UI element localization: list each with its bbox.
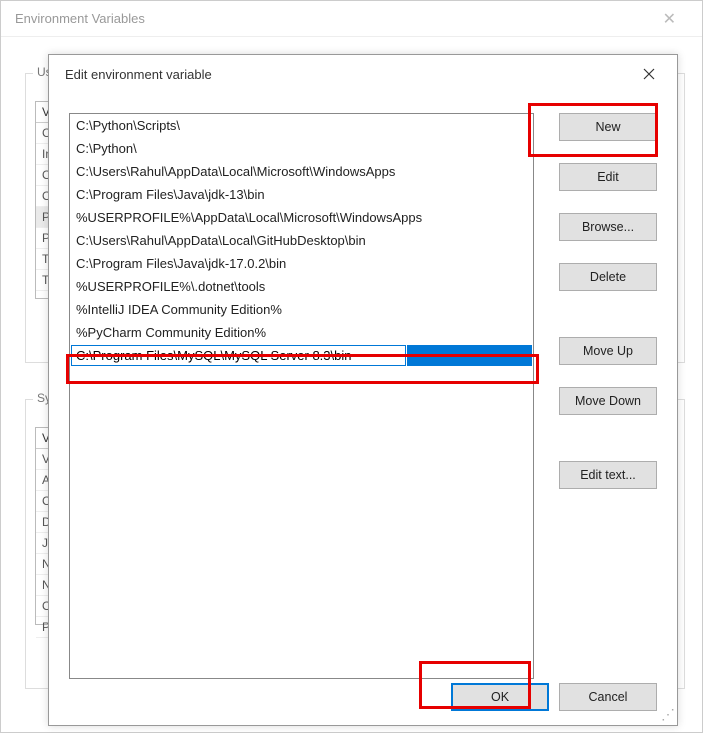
bg-title: Environment Variables [15, 11, 145, 26]
dialog-title: Edit environment variable [65, 67, 212, 82]
path-edit-selection [407, 345, 532, 366]
resize-grip-icon[interactable]: ⋰ [661, 709, 675, 723]
dialog-body: C:\Python\Scripts\ C:\Python\ C:\Users\R… [69, 105, 657, 669]
close-button[interactable] [629, 59, 669, 89]
path-row-editing[interactable] [70, 344, 533, 367]
path-edit-input[interactable] [71, 345, 406, 366]
path-row[interactable]: C:\Users\Rahul\AppData\Local\Microsoft\W… [70, 160, 533, 183]
edit-button[interactable]: Edit [559, 163, 657, 191]
delete-button[interactable]: Delete [559, 263, 657, 291]
path-row[interactable]: C:\Users\Rahul\AppData\Local\GitHubDeskt… [70, 229, 533, 252]
path-list[interactable]: C:\Python\Scripts\ C:\Python\ C:\Users\R… [69, 113, 534, 679]
path-row[interactable]: C:\Program Files\Java\jdk-17.0.2\bin [70, 252, 533, 275]
move-down-button[interactable]: Move Down [559, 387, 657, 415]
path-row[interactable]: C:\Python\ [70, 137, 533, 160]
edit-env-dialog: Edit environment variable C:\Python\Scri… [48, 54, 678, 726]
cancel-button[interactable]: Cancel [559, 683, 657, 711]
path-row[interactable]: %USERPROFILE%\.dotnet\tools [70, 275, 533, 298]
ok-button[interactable]: OK [451, 683, 549, 711]
path-row[interactable]: %PyCharm Community Edition% [70, 321, 533, 344]
dialog-footer: OK Cancel [451, 683, 657, 711]
path-row[interactable]: C:\Program Files\Java\jdk-13\bin [70, 183, 533, 206]
path-row[interactable]: C:\Python\Scripts\ [70, 114, 533, 137]
button-column: New Edit Browse... Delete Move Up Move D… [559, 113, 657, 497]
bg-close-icon[interactable]: ✕ [651, 5, 688, 33]
bg-titlebar: Environment Variables ✕ [1, 1, 702, 37]
edit-text-button[interactable]: Edit text... [559, 461, 657, 489]
path-row[interactable]: %USERPROFILE%\AppData\Local\Microsoft\Wi… [70, 206, 533, 229]
dialog-titlebar: Edit environment variable [49, 55, 677, 93]
close-icon [643, 68, 655, 80]
move-up-button[interactable]: Move Up [559, 337, 657, 365]
new-button[interactable]: New [559, 113, 657, 141]
browse-button[interactable]: Browse... [559, 213, 657, 241]
path-row[interactable]: %IntelliJ IDEA Community Edition% [70, 298, 533, 321]
